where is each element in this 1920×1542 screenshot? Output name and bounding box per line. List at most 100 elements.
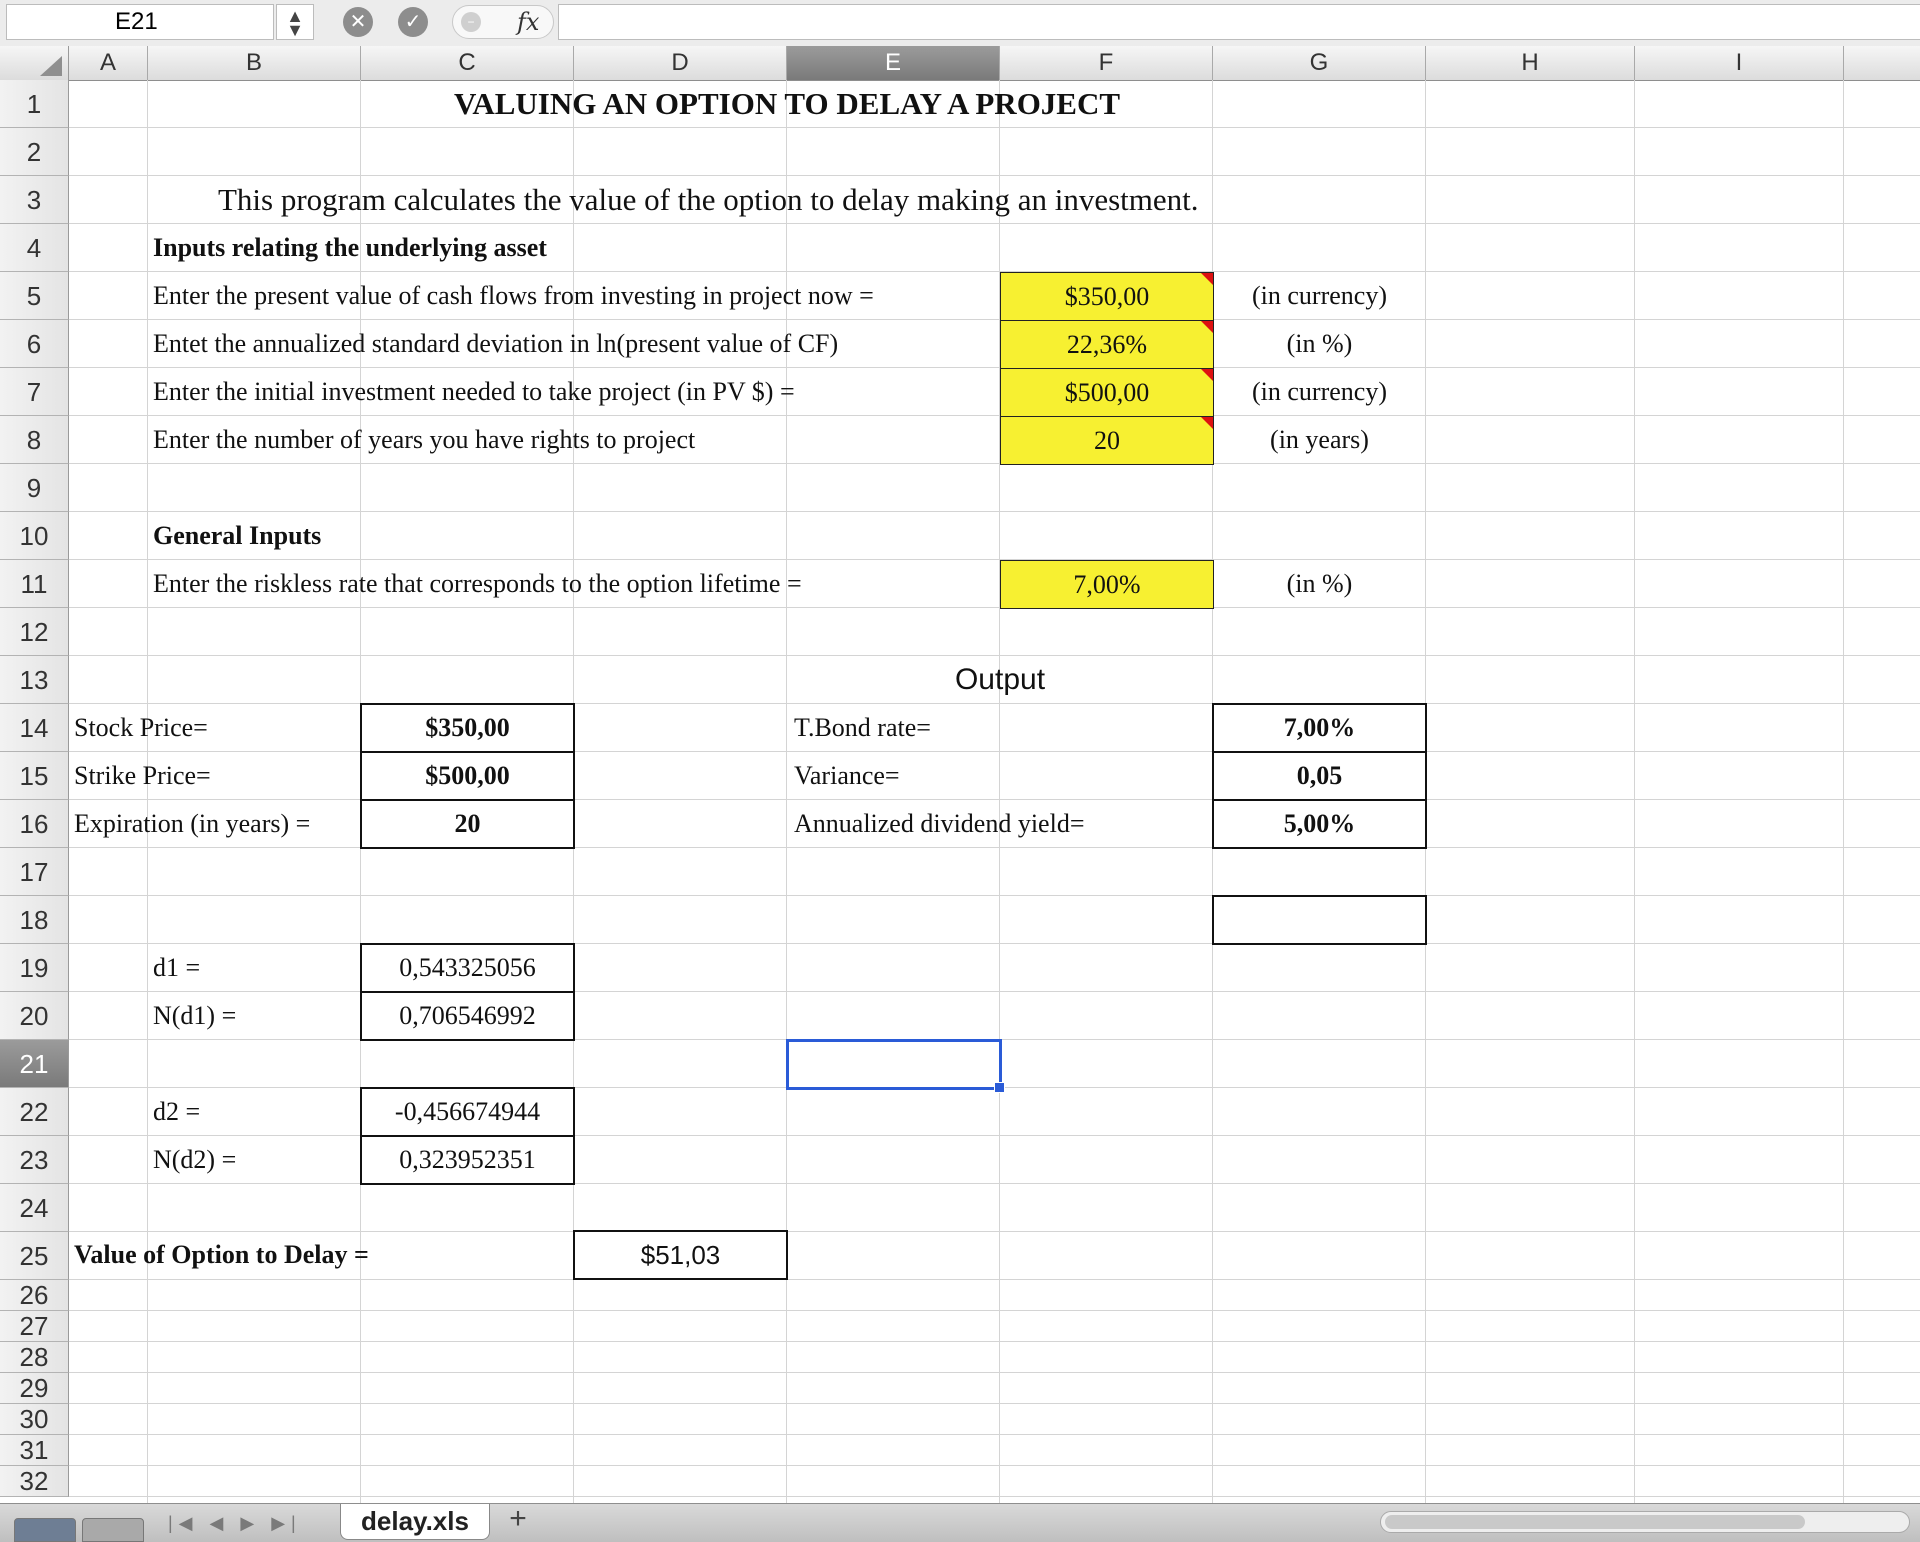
row-header-22[interactable]: 22 bbox=[0, 1088, 69, 1136]
stock-price-value[interactable]: $350,00 bbox=[360, 703, 575, 753]
variance-value[interactable]: 0,05 bbox=[1212, 751, 1427, 801]
row-header-25[interactable]: 25 bbox=[0, 1232, 69, 1280]
row-header-29[interactable]: 29 bbox=[0, 1373, 69, 1404]
nd1-value[interactable]: 0,706546992 bbox=[360, 991, 575, 1041]
dividend-yield-label: Annualized dividend yield= bbox=[794, 809, 1085, 838]
years-input-cell[interactable]: 20 bbox=[1000, 416, 1214, 465]
empty-boxed-cell-g18[interactable] bbox=[1212, 895, 1427, 945]
column-header-i[interactable]: I bbox=[1635, 46, 1844, 80]
row-header-24[interactable]: 24 bbox=[0, 1184, 69, 1232]
column-header-b[interactable]: B bbox=[148, 46, 361, 80]
description-text: This program calculates the value of the… bbox=[218, 182, 1199, 217]
years-unit: (in years) bbox=[1270, 425, 1369, 454]
dividend-yield-value[interactable]: 5,00% bbox=[1212, 799, 1427, 849]
normal-view-button[interactable] bbox=[14, 1518, 76, 1542]
page-layout-view-button[interactable] bbox=[82, 1518, 144, 1542]
scrollbar-thumb[interactable] bbox=[1385, 1515, 1805, 1529]
horizontal-scrollbar[interactable] bbox=[1380, 1511, 1910, 1533]
grid-row-line bbox=[69, 895, 1920, 896]
row-header-11[interactable]: 11 bbox=[0, 560, 69, 608]
row-header-10[interactable]: 10 bbox=[0, 512, 69, 560]
grid-row-line bbox=[69, 1310, 1920, 1311]
row-header-21[interactable]: 21 bbox=[0, 1040, 69, 1088]
stock-price-label: Stock Price= bbox=[74, 713, 208, 742]
option-value-result[interactable]: $51,03 bbox=[573, 1230, 788, 1280]
row-header-2[interactable]: 2 bbox=[0, 128, 69, 176]
x-circle-icon[interactable]: ✕ bbox=[343, 7, 373, 37]
years-value: 20 bbox=[1094, 425, 1120, 455]
strike-price-label: Strike Price= bbox=[74, 761, 211, 790]
nd2-value[interactable]: 0,323952351 bbox=[360, 1135, 575, 1185]
row-header-7[interactable]: 7 bbox=[0, 368, 69, 416]
select-all-corner[interactable] bbox=[0, 46, 69, 80]
formula-bar: E21 ▲ ▼ ✕ ✓ − fx bbox=[0, 0, 1920, 47]
row-header-15[interactable]: 15 bbox=[0, 752, 69, 800]
d2-value[interactable]: -0,456674944 bbox=[360, 1087, 575, 1137]
up-down-arrows-icon[interactable]: ▲ ▼ bbox=[276, 4, 314, 40]
comment-marker-icon bbox=[1201, 273, 1213, 285]
function-button[interactable]: − fx bbox=[452, 5, 554, 39]
row-header-13[interactable]: 13 bbox=[0, 656, 69, 704]
column-header-a[interactable]: A bbox=[69, 46, 148, 80]
sheet-grid[interactable]: 1 2 3 4 5 6 7 8 9 10 11 12 13 14 15 16 17 18 19 20 21 22 23 24 2… bbox=[0, 80, 1920, 1503]
d1-label: d1 = bbox=[153, 953, 201, 982]
grid-row-line bbox=[69, 1496, 1920, 1497]
row-header-3[interactable]: 3 bbox=[0, 176, 69, 224]
row-header-9[interactable]: 9 bbox=[0, 464, 69, 512]
function-icon: − bbox=[461, 12, 481, 32]
investment-unit: (in currency) bbox=[1252, 377, 1387, 406]
row-header-14[interactable]: 14 bbox=[0, 704, 69, 752]
grid-row-line bbox=[69, 1403, 1920, 1404]
row-header-12[interactable]: 12 bbox=[0, 608, 69, 656]
strike-price-value[interactable]: $500,00 bbox=[360, 751, 575, 801]
row-header-31[interactable]: 31 bbox=[0, 1435, 69, 1466]
row-header-28[interactable]: 28 bbox=[0, 1342, 69, 1373]
tbond-rate-value[interactable]: 7,00% bbox=[1212, 703, 1427, 753]
column-header-h[interactable]: H bbox=[1426, 46, 1635, 80]
output-heading: Output bbox=[954, 663, 1046, 696]
row-header-26[interactable]: 26 bbox=[0, 1280, 69, 1311]
fill-handle[interactable] bbox=[994, 1082, 1005, 1093]
row-header-5[interactable]: 5 bbox=[0, 272, 69, 320]
riskless-rate-unit: (in %) bbox=[1286, 569, 1353, 598]
formula-input[interactable] bbox=[558, 4, 1920, 40]
column-header-c[interactable]: C bbox=[361, 46, 574, 80]
sheet-navigation-arrows[interactable]: |◀ ◀ ▶ ▶| bbox=[168, 1508, 308, 1538]
sd-label: Entet the annualized standard deviation … bbox=[153, 329, 839, 358]
grid-row-line bbox=[69, 1372, 1920, 1373]
riskless-rate-input-cell[interactable]: 7,00% bbox=[1000, 560, 1214, 609]
expiration-value[interactable]: 20 bbox=[360, 799, 575, 849]
name-box[interactable]: E21 bbox=[6, 4, 274, 40]
row-header-30[interactable]: 30 bbox=[0, 1404, 69, 1435]
column-header-g[interactable]: G bbox=[1213, 46, 1426, 80]
sheet-tab-delay[interactable]: delay.xls bbox=[340, 1504, 490, 1540]
section-general-inputs: General Inputs bbox=[153, 521, 322, 550]
check-circle-icon[interactable]: ✓ bbox=[398, 7, 428, 37]
row-header-8[interactable]: 8 bbox=[0, 416, 69, 464]
row-header-19[interactable]: 19 bbox=[0, 944, 69, 992]
row-header-6[interactable]: 6 bbox=[0, 320, 69, 368]
column-header-f[interactable]: F bbox=[1000, 46, 1213, 80]
pv-input-cell[interactable]: $350,00 bbox=[1000, 272, 1214, 321]
investment-input-cell[interactable]: $500,00 bbox=[1000, 368, 1214, 417]
row-header-17[interactable]: 17 bbox=[0, 848, 69, 896]
d1-value[interactable]: 0,543325056 bbox=[360, 943, 575, 993]
row-header-16[interactable]: 16 bbox=[0, 800, 69, 848]
row-header-27[interactable]: 27 bbox=[0, 1311, 69, 1342]
column-header-d[interactable]: D bbox=[574, 46, 787, 80]
row-header-20[interactable]: 20 bbox=[0, 992, 69, 1040]
row-header-4[interactable]: 4 bbox=[0, 224, 69, 272]
grid-row-line bbox=[69, 511, 1920, 512]
row-header-32[interactable]: 32 bbox=[0, 1466, 69, 1497]
row-header-23[interactable]: 23 bbox=[0, 1136, 69, 1184]
sd-input-cell[interactable]: 22,36% bbox=[1000, 320, 1214, 369]
grid-row-line bbox=[69, 943, 1920, 944]
grid-column-line bbox=[1634, 80, 1635, 1503]
option-value-label: Value of Option to Delay = bbox=[74, 1240, 369, 1269]
column-header-e[interactable]: E bbox=[787, 46, 1000, 80]
selected-cell-e21[interactable] bbox=[786, 1039, 1005, 1093]
add-sheet-icon[interactable]: + bbox=[498, 1504, 538, 1536]
row-header-1[interactable]: 1 bbox=[0, 80, 69, 128]
grid-row-line bbox=[69, 1183, 1920, 1184]
row-header-18[interactable]: 18 bbox=[0, 896, 69, 944]
